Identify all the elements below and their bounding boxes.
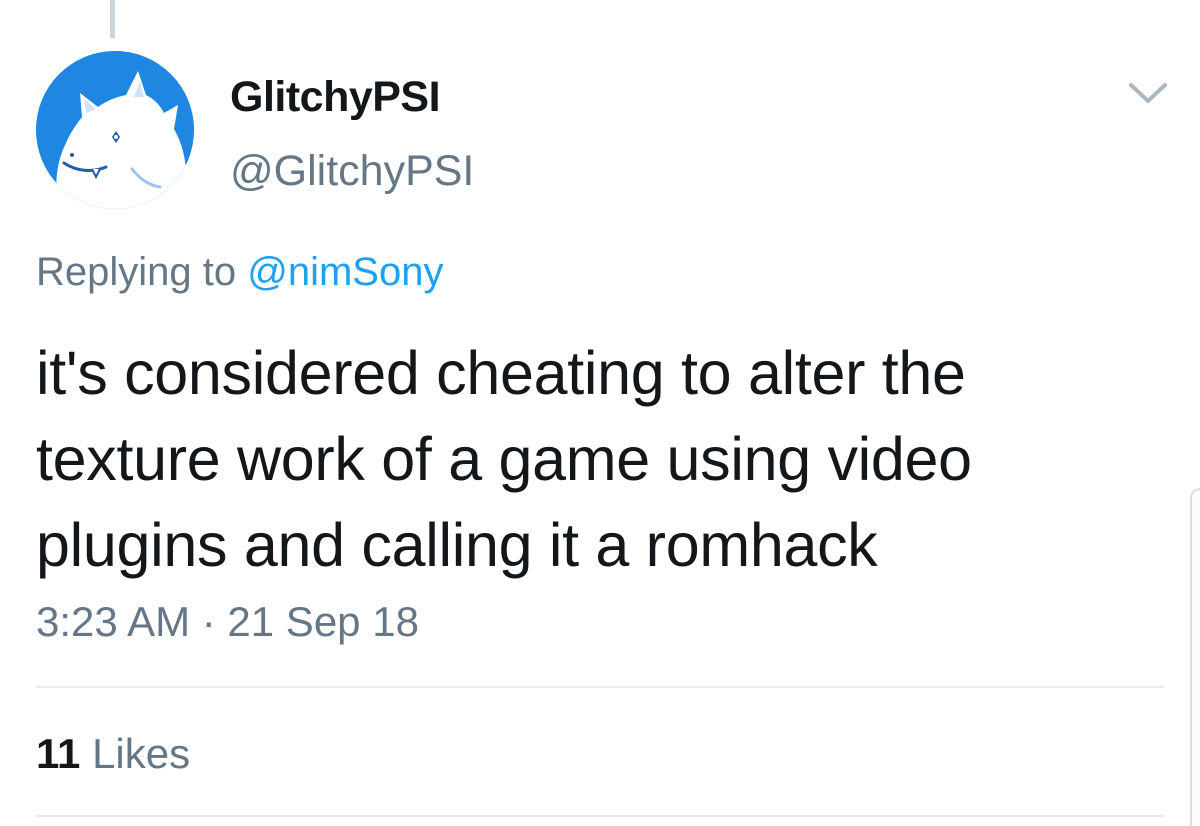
divider (36, 686, 1164, 688)
likes-count: 11 (36, 730, 81, 777)
replying-to-line: Replying to @nimSony (36, 252, 443, 292)
replying-to-label: Replying to (36, 250, 248, 294)
likes-label: Likes (92, 730, 191, 777)
tweet-timestamp[interactable]: 3:23 AM · 21 Sep 18 (36, 601, 419, 643)
divider (36, 815, 1164, 817)
reply-mention-link[interactable]: @nimSony (247, 250, 443, 294)
avatar-creature-icon (36, 51, 194, 209)
tweet-text: it's considered cheating to alter the te… (36, 339, 972, 579)
user-handle[interactable]: @GlitchyPSI (230, 150, 474, 193)
display-name[interactable]: GlitchyPSI (230, 76, 441, 119)
tweet-card: GlitchyPSI @GlitchyPSI Replying to @nimS… (0, 0, 1200, 826)
thread-connector-line (110, 0, 115, 38)
scroll-edge (1190, 488, 1200, 826)
avatar[interactable] (36, 51, 194, 209)
chevron-down-icon[interactable] (1127, 79, 1169, 107)
likes-stat[interactable]: 11 Likes (36, 733, 190, 775)
